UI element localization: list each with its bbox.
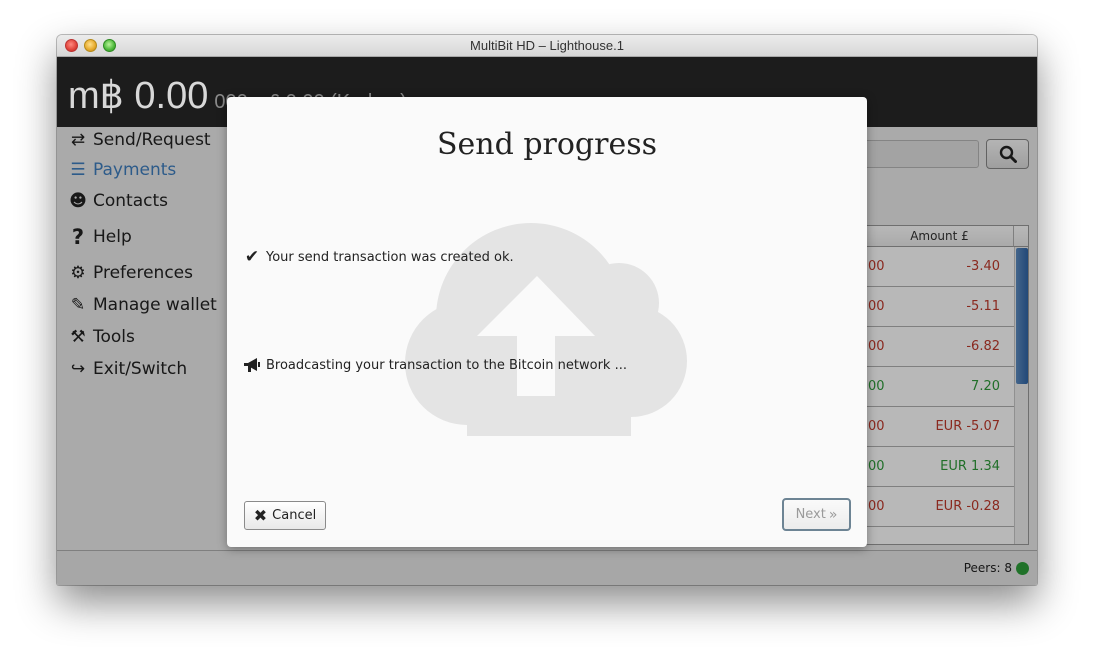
- double-chevron-right-icon: »: [828, 506, 838, 523]
- check-icon: ✔: [244, 247, 260, 267]
- cancel-button[interactable]: ✖ Cancel: [244, 501, 326, 530]
- next-button[interactable]: Next »: [782, 498, 851, 531]
- cancel-button-label: Cancel: [272, 508, 317, 523]
- created-message: ✔ Your send transaction was created ok.: [241, 247, 514, 267]
- title-bar: MultiBit HD – Lighthouse.1: [57, 35, 1037, 57]
- bullhorn-icon: [241, 357, 263, 374]
- dialog-title: Send progress: [436, 127, 658, 162]
- close-icon: ✖: [253, 506, 268, 525]
- next-button-label: Next: [795, 507, 826, 522]
- created-message-text: Your send transaction was created ok.: [266, 249, 514, 265]
- window-title: MultiBit HD – Lighthouse.1: [470, 38, 624, 53]
- broadcasting-message: Broadcasting your transaction to the Bit…: [241, 357, 627, 374]
- broadcasting-message-text: Broadcasting your transaction to the Bit…: [266, 358, 627, 373]
- balance-main: m฿ 0.00: [68, 75, 209, 117]
- send-progress-dialog: Send progress ✔ Your send transaction wa…: [227, 97, 867, 547]
